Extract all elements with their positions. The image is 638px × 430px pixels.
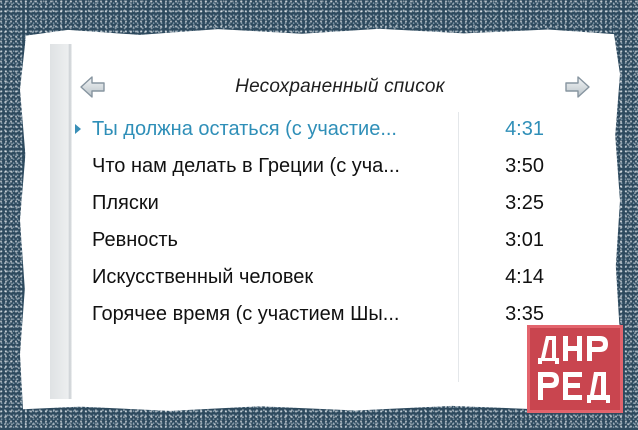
track-row[interactable]: Ты должна остаться (с участие... 4:31	[72, 112, 562, 149]
panel-side-edge	[50, 44, 72, 399]
track-title: Ревность	[92, 229, 178, 251]
play-triangle-icon	[75, 124, 81, 134]
track-title: Пляски	[92, 192, 159, 214]
track-duration: 3:35	[505, 303, 544, 325]
playlist-header: Несохраненный список	[80, 70, 600, 104]
track-title: Что нам делать в Греции (с уча...	[92, 155, 400, 177]
arrow-right-icon[interactable]	[564, 74, 590, 100]
track-title: Горячее время (с участием Шы...	[92, 303, 400, 325]
track-title: Ты должна остаться (с участие...	[92, 118, 397, 140]
track-duration: 3:25	[505, 192, 544, 214]
track-row[interactable]: Пляски 3:25	[72, 186, 562, 223]
track-duration: 3:01	[505, 229, 544, 251]
column-divider	[458, 112, 459, 382]
track-row[interactable]: Что нам делать в Греции (с уча... 3:50	[72, 149, 562, 186]
track-duration: 4:14	[505, 266, 544, 288]
playlist-title[interactable]: Несохраненный список	[80, 76, 600, 98]
watermark-logo	[530, 328, 620, 410]
track-row[interactable]: Ревность 3:01	[72, 223, 562, 260]
track-row[interactable]: Горячее время (с участием Шы... 3:35	[72, 297, 562, 334]
track-duration: 3:50	[505, 155, 544, 177]
track-duration: 4:31	[505, 118, 544, 140]
track-title: Искусственный человек	[92, 266, 314, 288]
track-list: Ты должна остаться (с участие... 4:31 Чт…	[72, 112, 562, 382]
track-row[interactable]: Искусственный человек 4:14	[72, 260, 562, 297]
